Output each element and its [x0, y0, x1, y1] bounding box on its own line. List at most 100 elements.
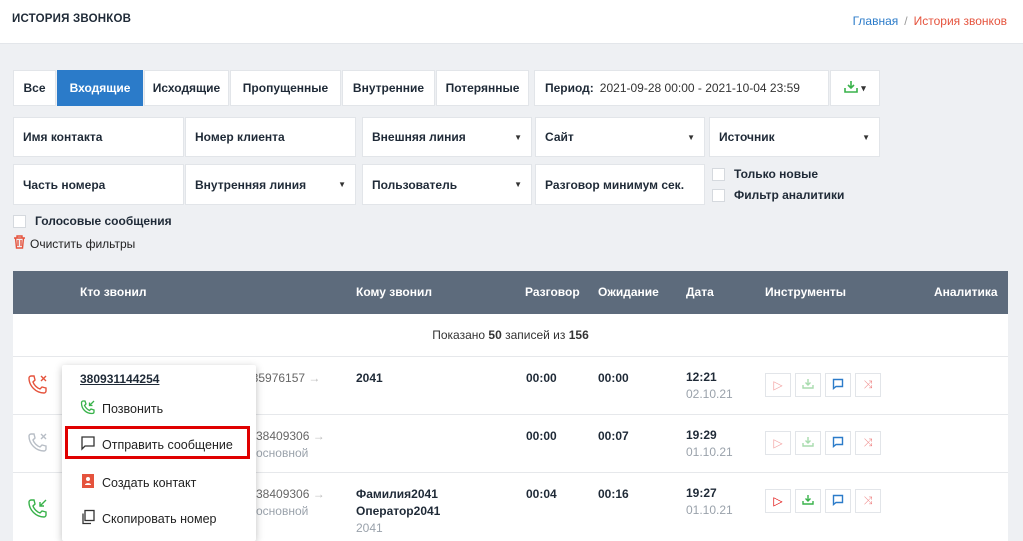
period-label: Период: — [545, 81, 594, 95]
shuffle-icon: ⤨ — [863, 378, 873, 391]
internal-line-select[interactable]: Внутренняя линия ▼ — [185, 164, 356, 205]
download-record-button[interactable] — [795, 489, 821, 513]
tab-missed[interactable]: Пропущенные — [230, 70, 341, 106]
user-label: Пользователь — [372, 177, 458, 192]
download-record-button[interactable] — [795, 431, 821, 455]
talk-duration: 00:04 — [526, 487, 557, 501]
comment-icon — [832, 378, 844, 393]
row-tools: ▷ ⤨ — [765, 431, 881, 455]
site-select[interactable]: Сайт ▼ — [535, 117, 705, 157]
row-tools: ▷ ⤨ — [765, 489, 881, 513]
contact-name-field[interactable]: Имя контакта — [13, 117, 184, 157]
shown-prefix: Показано — [432, 328, 486, 342]
internal-line-label: Внутренняя линия — [195, 177, 307, 192]
user-select[interactable]: Пользователь ▼ — [362, 164, 532, 205]
dropdown-arrow-icon: ▼ — [862, 132, 870, 142]
voice-messages-checkbox[interactable]: Голосовые сообщения — [13, 214, 172, 228]
breadcrumb-home-link[interactable]: Главная — [853, 14, 899, 28]
copy-number-menu-item[interactable]: Скопировать номер — [80, 509, 216, 528]
col-wait: Ожидание — [598, 285, 659, 299]
comment-button[interactable] — [825, 373, 851, 397]
wait-duration: 00:16 — [598, 487, 629, 501]
call-date: 01.10.21 — [686, 503, 733, 517]
shuffle-icon: ⤨ — [863, 494, 873, 507]
shown-count: 50 — [488, 328, 502, 342]
breadcrumb-separator: / — [904, 14, 908, 28]
period-picker[interactable]: Период: 2021-09-28 00:00 - 2021-10-04 23… — [534, 70, 829, 106]
table-header: Кто звонил Кому звонил Разговор Ожидание… — [13, 271, 1008, 314]
wait-duration: 00:07 — [598, 429, 629, 443]
shown-mid: записей из — [505, 328, 566, 342]
breadcrumb-current: История звонков — [913, 14, 1007, 28]
call-date: 02.10.21 — [686, 387, 733, 401]
site-label: Сайт — [545, 130, 574, 144]
tab-lost[interactable]: Потерянные — [436, 70, 529, 106]
external-line-select[interactable]: Внешняя линия ▼ — [362, 117, 532, 157]
from-sub: основной — [256, 446, 309, 460]
call-date: 01.10.21 — [686, 445, 733, 459]
missed-call-icon — [27, 431, 49, 458]
to-operator: Оператор2041 — [356, 504, 441, 518]
col-to-whom: Кому звонил — [356, 285, 432, 299]
source-select[interactable]: Источник ▼ — [709, 117, 880, 157]
analytics-filter-label: Фильтр аналитики — [734, 188, 845, 202]
comment-button[interactable] — [825, 489, 851, 513]
tab-all[interactable]: Все — [13, 70, 56, 106]
popup-phone-number[interactable]: 380931144254 — [80, 372, 159, 386]
dropdown-arrow-icon: ▼ — [514, 132, 522, 142]
play-button[interactable]: ▷ — [765, 489, 791, 513]
download-icon — [802, 436, 814, 450]
play-button[interactable]: ▷ — [765, 431, 791, 455]
col-who-called: Кто звонил — [80, 285, 147, 299]
source-label: Источник — [719, 130, 775, 144]
comment-button[interactable] — [825, 431, 851, 455]
download-record-button[interactable] — [795, 373, 821, 397]
phone-icon — [80, 399, 96, 418]
only-new-label: Только новые — [734, 167, 818, 181]
arrow-right-icon: → — [312, 487, 325, 501]
shuffle-button[interactable]: ⤨ — [855, 431, 881, 455]
arrow-right-icon: → — [308, 371, 321, 385]
to-sub: 2041 — [356, 521, 383, 535]
chevron-down-icon: ▾ — [861, 82, 866, 93]
shuffle-button[interactable]: ⤨ — [855, 489, 881, 513]
create-contact-menu-item[interactable]: Создать контакт — [80, 473, 196, 492]
copy-icon — [80, 509, 96, 528]
client-number-field[interactable]: Номер клиента — [185, 117, 356, 157]
only-new-checkbox[interactable]: Только новые — [712, 167, 818, 181]
download-button[interactable]: ▾ — [830, 70, 880, 106]
talk-duration: 00:00 — [526, 371, 557, 385]
analytics-filter-checkbox[interactable]: Фильтр аналитики — [712, 188, 844, 202]
col-date: Дата — [686, 285, 714, 299]
play-button[interactable]: ▷ — [765, 373, 791, 397]
play-icon: ▷ — [773, 436, 783, 450]
col-analytics: Аналитика — [934, 285, 998, 299]
tab-internal[interactable]: Внутренние — [342, 70, 435, 106]
shuffle-button[interactable]: ⤨ — [855, 373, 881, 397]
tab-incoming[interactable]: Входящие — [57, 70, 143, 106]
col-tools: Инструменты — [765, 285, 847, 299]
call-menu-item[interactable]: Позвонить — [80, 399, 163, 418]
talk-duration: 00:00 — [526, 429, 557, 443]
contact-card-icon — [80, 473, 96, 492]
clear-filters-button[interactable]: Очистить фильтры — [13, 235, 135, 252]
incoming-call-icon — [27, 497, 49, 524]
number-part-field[interactable]: Часть номера — [13, 164, 184, 205]
comment-icon — [832, 436, 844, 451]
from-number: 38409306 — [256, 487, 310, 501]
highlight-box — [65, 426, 250, 459]
period-value: 2021-09-28 00:00 - 2021-10-04 23:59 — [599, 81, 800, 95]
comment-icon — [832, 494, 844, 509]
missed-call-icon — [27, 373, 49, 400]
tab-outgoing[interactable]: Исходящие — [144, 70, 229, 106]
create-contact-label: Создать контакт — [102, 475, 197, 490]
dropdown-arrow-icon: ▼ — [687, 132, 695, 142]
arrow-right-icon: → — [312, 429, 325, 443]
from-sub: основной — [256, 504, 309, 518]
download-icon — [802, 494, 814, 508]
min-talk-field[interactable]: Разговор минимум сек. — [535, 164, 705, 205]
col-talk: Разговор — [525, 285, 580, 299]
breadcrumb: Главная / История звонков — [853, 14, 1007, 28]
download-icon — [802, 378, 814, 392]
call-time: 12:21 — [686, 370, 717, 384]
